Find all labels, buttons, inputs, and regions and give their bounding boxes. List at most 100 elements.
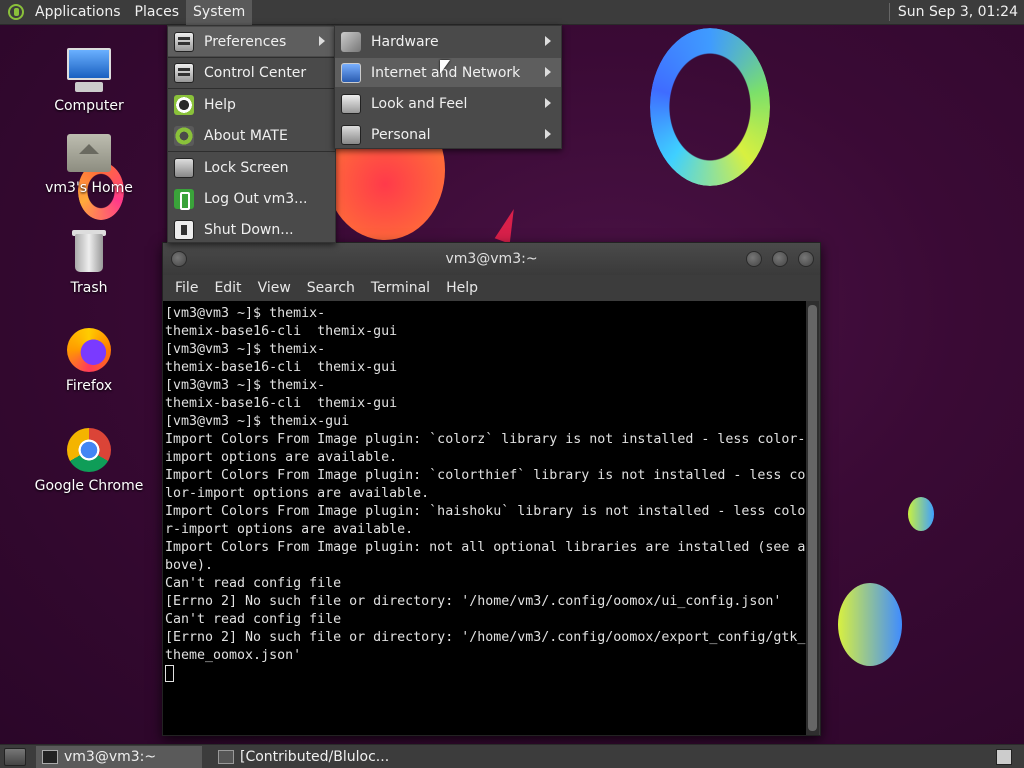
applications-menu[interactable]: Applications (28, 0, 128, 25)
menu-item-label: Shut Down... (204, 221, 294, 238)
home-folder-icon (65, 128, 113, 176)
menu-item-about-mate[interactable]: About MATE (168, 121, 335, 150)
menu-separator (168, 88, 335, 89)
terminal-line: themix-base16-cli themix-gui (165, 396, 398, 411)
logout-icon (174, 188, 194, 210)
terminal-icon (42, 749, 58, 764)
terminal-line: Import Colors From Image plugin: `colort… (165, 468, 806, 483)
menu-help[interactable]: Help (438, 280, 486, 296)
desktop-icon-chrome[interactable]: Google Chrome (34, 426, 144, 494)
terminal-line: [Errno 2] No such file or directory: '/h… (165, 630, 806, 645)
panel-separator (888, 3, 890, 21)
mouse-pointer-icon (440, 60, 450, 74)
minimize-button[interactable] (746, 251, 762, 267)
terminal-line: themix-base16-cli themix-gui (165, 324, 398, 339)
window-menu-button[interactable] (171, 251, 187, 267)
terminal-output[interactable]: [vm3@vm3 ~]$ themix-themix-base16-cli th… (163, 301, 807, 735)
menu-terminal[interactable]: Terminal (363, 280, 438, 296)
terminal-line: r-import options are available. (165, 522, 414, 537)
terminal-line: Can't read config file (165, 576, 342, 591)
wallpaper-mid-blob (838, 583, 902, 666)
terminal-line: [vm3@vm3 ~]$ themix- (165, 378, 326, 393)
firefox-icon (65, 326, 113, 374)
terminal-scrollbar[interactable] (806, 301, 819, 735)
show-desktop-button[interactable] (4, 747, 26, 766)
computer-icon (65, 46, 113, 94)
menu-item-help[interactable]: Help (168, 90, 335, 119)
terminal-line: import options are available. (165, 450, 398, 465)
desktop-icon-label: vm3's Home (45, 180, 133, 196)
desktop-icon-trash[interactable]: Trash (34, 228, 144, 296)
menu-item-preferences[interactable]: Preferences (168, 27, 335, 56)
terminal-line: Can't read config file (165, 612, 342, 627)
personal-icon (341, 124, 361, 145)
chevron-right-icon (545, 98, 551, 108)
desktop-icon-label: Trash (70, 280, 108, 296)
menu-item-lock-screen[interactable]: Lock Screen (168, 153, 335, 182)
terminal-titlebar[interactable]: vm3@vm3:~ (163, 243, 820, 275)
terminal-line: theme_oomox.json' (165, 648, 302, 663)
network-icon (341, 62, 361, 83)
chevron-right-icon (545, 36, 551, 46)
window-title: vm3@vm3:~ (445, 251, 538, 267)
terminal-menubar: File Edit View Search Terminal Help (163, 275, 820, 301)
desktop-icon-label: Computer (54, 98, 124, 114)
menu-separator (168, 151, 335, 152)
trash-icon (65, 228, 113, 276)
help-icon (174, 94, 194, 115)
menu-item-log-out[interactable]: Log Out vm3... (168, 184, 335, 213)
top-panel: Applications Places System Sun Sep 3, 01… (0, 0, 1024, 25)
hardware-icon (341, 31, 361, 52)
terminal-line: lor-import options are available. (165, 486, 430, 501)
terminal-line: Import Colors From Image plugin: `haisho… (165, 504, 806, 519)
menu-edit[interactable]: Edit (206, 280, 249, 296)
terminal-line: Import Colors From Image plugin: `colorz… (165, 432, 806, 447)
system-menu[interactable]: System (186, 0, 253, 25)
window-icon (218, 749, 234, 764)
terminal-line: [vm3@vm3 ~]$ themix- (165, 342, 326, 357)
desktop-icon-home[interactable]: vm3's Home (34, 128, 144, 196)
maximize-button[interactable] (772, 251, 788, 267)
mate-logo-icon[interactable] (8, 4, 24, 20)
desktop-icon-computer[interactable]: Computer (34, 46, 144, 114)
terminal-line: [vm3@vm3 ~]$ themix-gui (165, 414, 350, 429)
menu-item-label: Control Center (204, 64, 307, 81)
submenu-item-hardware[interactable]: Hardware (335, 27, 561, 56)
menu-item-shut-down[interactable]: Shut Down... (168, 215, 335, 244)
chevron-right-icon (545, 67, 551, 77)
control-center-icon (174, 62, 194, 83)
terminal-line: Import Colors From Image plugin: not all… (165, 540, 806, 555)
menu-file[interactable]: File (167, 280, 206, 296)
shutdown-icon (174, 219, 194, 240)
wallpaper-ring-decoration (650, 28, 770, 186)
menu-item-label: About MATE (204, 127, 288, 144)
desktop-icon-label: Google Chrome (34, 478, 144, 494)
scrollbar-thumb[interactable] (808, 305, 817, 731)
taskbar-item-themix[interactable]: [Contributed/Bluloc... (212, 746, 395, 768)
menu-search[interactable]: Search (299, 280, 363, 296)
submenu-item-look-and-feel[interactable]: Look and Feel (335, 89, 561, 118)
close-button[interactable] (798, 251, 814, 267)
taskbar-item-label: [Contributed/Bluloc... (240, 748, 390, 765)
menu-item-label: Lock Screen (204, 159, 289, 176)
chevron-right-icon (545, 129, 551, 139)
menu-item-label: Personal (371, 126, 431, 143)
lock-icon (174, 157, 194, 178)
places-menu[interactable]: Places (128, 0, 187, 25)
menu-item-label: Hardware (371, 33, 439, 50)
submenu-item-personal[interactable]: Personal (335, 120, 561, 149)
wallpaper-spike (494, 206, 522, 244)
workspace-switcher[interactable] (996, 748, 1012, 765)
look-and-feel-icon (341, 93, 361, 114)
menu-item-control-center[interactable]: Control Center (168, 58, 335, 87)
preferences-submenu: Hardware Internet and Network Look and F… (334, 25, 562, 149)
menu-view[interactable]: View (250, 280, 299, 296)
menu-item-label: Preferences (204, 33, 287, 50)
clock[interactable]: Sun Sep 3, 01:24 (898, 4, 1024, 20)
menu-item-label: Look and Feel (371, 95, 468, 112)
chrome-icon (65, 426, 113, 474)
terminal-line: themix-base16-cli themix-gui (165, 360, 398, 375)
desktop-icon-firefox[interactable]: Firefox (34, 326, 144, 394)
taskbar-item-terminal[interactable]: vm3@vm3:~ (36, 745, 202, 768)
wallpaper-small-blob (908, 497, 934, 531)
